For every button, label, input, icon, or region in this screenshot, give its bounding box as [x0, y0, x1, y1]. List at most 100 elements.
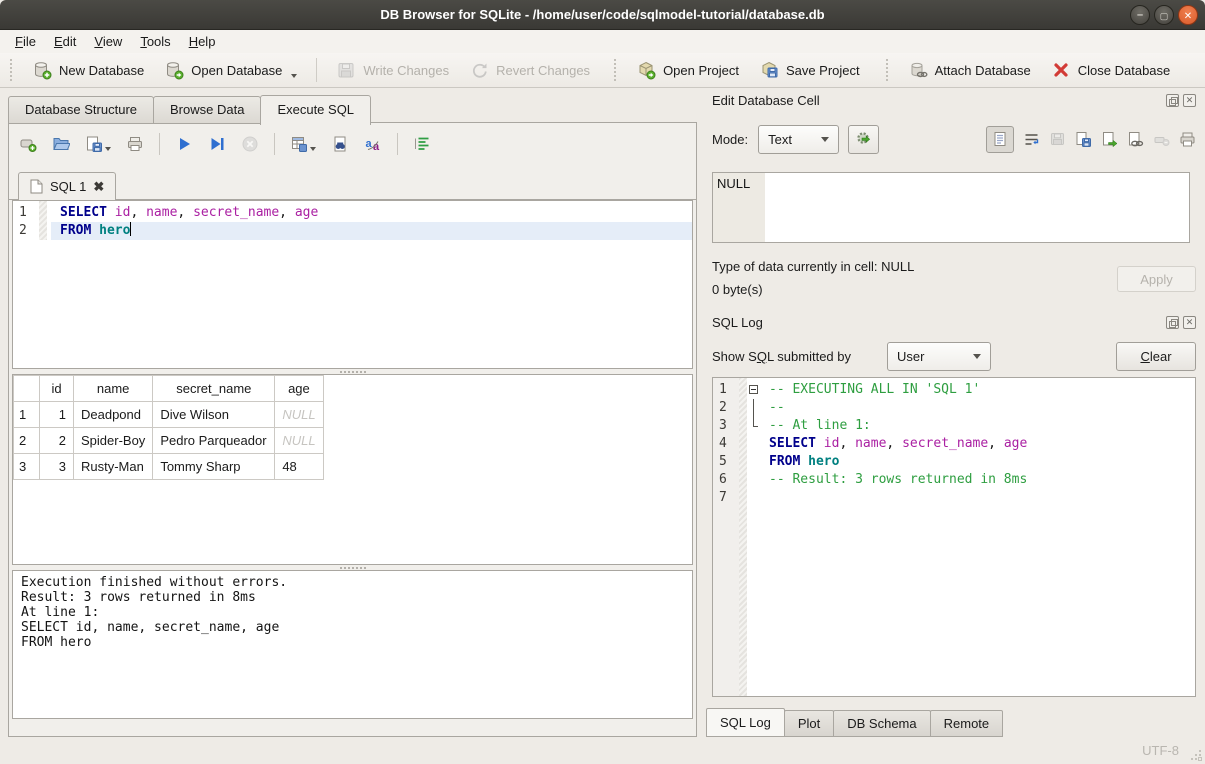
dock-float-icon[interactable] [1166, 94, 1179, 107]
toolbar-handle[interactable] [886, 59, 892, 81]
table-cell[interactable]: Pedro Parqueador [153, 428, 275, 454]
link-data-button[interactable] [1127, 131, 1144, 148]
find-replace-button[interactable]: a a [364, 135, 382, 153]
execute-all-button[interactable] [175, 135, 193, 153]
column-header[interactable]: id [40, 376, 74, 402]
dock-tab-remote[interactable]: Remote [930, 710, 1004, 737]
dock-close-icon[interactable] [1183, 94, 1196, 107]
stop-execution-button [241, 135, 259, 153]
attach-database-button[interactable]: Attach Database [898, 56, 1041, 84]
toolbar-handle[interactable] [614, 59, 620, 81]
save-results-dropdown-icon[interactable] [310, 147, 316, 151]
auto-apply-button[interactable] [848, 125, 879, 154]
code-text: FROM hero [51, 222, 692, 240]
code-line[interactable]: 1SELECT id, name, secret_name, age [13, 204, 692, 222]
menu-edit[interactable]: Edit [45, 32, 85, 51]
line-number: 2 [13, 222, 39, 240]
open-database-dropdown-icon[interactable] [291, 74, 297, 78]
row-number[interactable]: 3 [14, 454, 40, 480]
menu-help[interactable]: Help [180, 32, 225, 51]
dock-tabbar: SQL Log Plot DB Schema Remote [706, 708, 1002, 737]
text-view-toggle[interactable] [986, 126, 1014, 153]
table-cell[interactable]: NULL [275, 402, 323, 428]
code-line[interactable]: 2-- [713, 399, 1195, 417]
code-text: -- EXECUTING ALL IN 'SQL 1' [760, 381, 1195, 399]
row-number[interactable]: 2 [14, 428, 40, 454]
sql-log-view[interactable]: 1-- EXECUTING ALL IN 'SQL 1'2--3-- At li… [712, 377, 1196, 697]
new-sql-tab-button[interactable] [19, 135, 37, 153]
code-line[interactable]: 7 [713, 489, 1195, 507]
save-results-button[interactable] [290, 135, 316, 153]
sql-editor[interactable]: 1SELECT id, name, secret_name, age2 FROM … [12, 200, 693, 369]
table-row: 33Rusty-ManTommy Sharp48 [14, 454, 324, 480]
code-line[interactable]: 1-- EXECUTING ALL IN 'SQL 1' [713, 381, 1195, 399]
save-sql-file-button[interactable] [85, 135, 111, 153]
mode-combobox[interactable]: Text [758, 125, 839, 154]
close-sql-tab-icon[interactable]: ✖ [93, 181, 104, 192]
dock-close-icon[interactable] [1183, 316, 1196, 329]
table-cell[interactable]: 48 [275, 454, 323, 480]
code-line[interactable]: 6-- Result: 3 rows returned in 8ms [713, 471, 1195, 489]
table-cell[interactable]: Deadpond [74, 402, 153, 428]
titlebar[interactable]: DB Browser for SQLite - /home/user/code/… [0, 0, 1205, 30]
save-project-button[interactable]: Save Project [749, 56, 870, 84]
tab-execute-sql[interactable]: Execute SQL [260, 95, 371, 125]
toolbar-separator [397, 133, 398, 155]
dock-tab-sql-log[interactable]: SQL Log [706, 708, 785, 737]
row-number[interactable]: 1 [14, 402, 40, 428]
table-cell[interactable]: 3 [40, 454, 74, 480]
code-line[interactable]: 5FROM hero [713, 453, 1195, 471]
toolbar-handle[interactable] [10, 59, 16, 81]
open-project-button[interactable]: Open Project [626, 56, 749, 84]
dock-tab-plot[interactable]: Plot [784, 710, 834, 737]
column-header[interactable]: name [74, 376, 153, 402]
toolbar-separator [274, 133, 275, 155]
export-data-button[interactable] [1101, 131, 1118, 148]
table-cell[interactable]: Dive Wilson [153, 402, 275, 428]
clear-log-button[interactable]: Clear [1116, 342, 1196, 371]
table-cell[interactable]: 1 [40, 402, 74, 428]
submitted-by-combobox[interactable]: User [887, 342, 991, 371]
menu-file[interactable]: File [6, 32, 45, 51]
fold-marker-icon[interactable] [747, 381, 760, 399]
new-database-button[interactable]: New Database [22, 56, 154, 84]
code-line[interactable]: 2 FROM hero [13, 222, 692, 240]
find-button[interactable] [331, 135, 349, 153]
maximize-button[interactable] [1154, 5, 1174, 25]
line-number: 2 [713, 399, 739, 417]
column-header[interactable]: secret_name [153, 376, 275, 402]
close-button[interactable] [1178, 5, 1198, 25]
resize-grip[interactable] [1191, 750, 1201, 760]
print-cell-button[interactable] [1179, 131, 1196, 148]
minimize-button[interactable] [1130, 5, 1150, 25]
sql-editor-tab[interactable]: SQL 1 ✖ [18, 172, 116, 200]
tab-database-structure[interactable]: Database Structure [8, 96, 154, 124]
execute-current-line-button[interactable] [208, 135, 226, 153]
dock-tab-db-schema[interactable]: DB Schema [833, 710, 930, 737]
corner-header[interactable] [14, 376, 40, 402]
code-line[interactable]: 3-- At line 1: [713, 417, 1195, 435]
table-cell[interactable]: Spider-Boy [74, 428, 153, 454]
cell-editor-area[interactable]: NULL [712, 172, 1190, 243]
table-cell[interactable]: Rusty-Man [74, 454, 153, 480]
code-text [760, 489, 1195, 507]
code-line[interactable]: 4SELECT id, name, secret_name, age [713, 435, 1195, 453]
cell-size-text: 0 byte(s) [712, 282, 763, 297]
table-cell[interactable]: Tommy Sharp [153, 454, 275, 480]
save-data-button[interactable] [1075, 131, 1092, 148]
menu-view[interactable]: View [85, 32, 131, 51]
format-sql-button[interactable] [413, 135, 431, 153]
table-cell[interactable]: 2 [40, 428, 74, 454]
open-database-button[interactable]: Open Database [154, 56, 307, 84]
tab-browse-data[interactable]: Browse Data [153, 96, 261, 124]
save-sql-dropdown-icon[interactable] [105, 147, 111, 151]
word-wrap-button[interactable] [1023, 131, 1040, 148]
results-grid[interactable]: idnamesecret_nameage11DeadpondDive Wilso… [12, 374, 693, 565]
open-sql-file-button[interactable] [52, 135, 70, 153]
close-database-button[interactable]: Close Database [1041, 56, 1181, 84]
menu-tools[interactable]: Tools [131, 32, 179, 51]
print-sql-button[interactable] [126, 135, 144, 153]
column-header[interactable]: age [275, 376, 323, 402]
table-cell[interactable]: NULL [275, 428, 323, 454]
dock-float-icon[interactable] [1166, 316, 1179, 329]
